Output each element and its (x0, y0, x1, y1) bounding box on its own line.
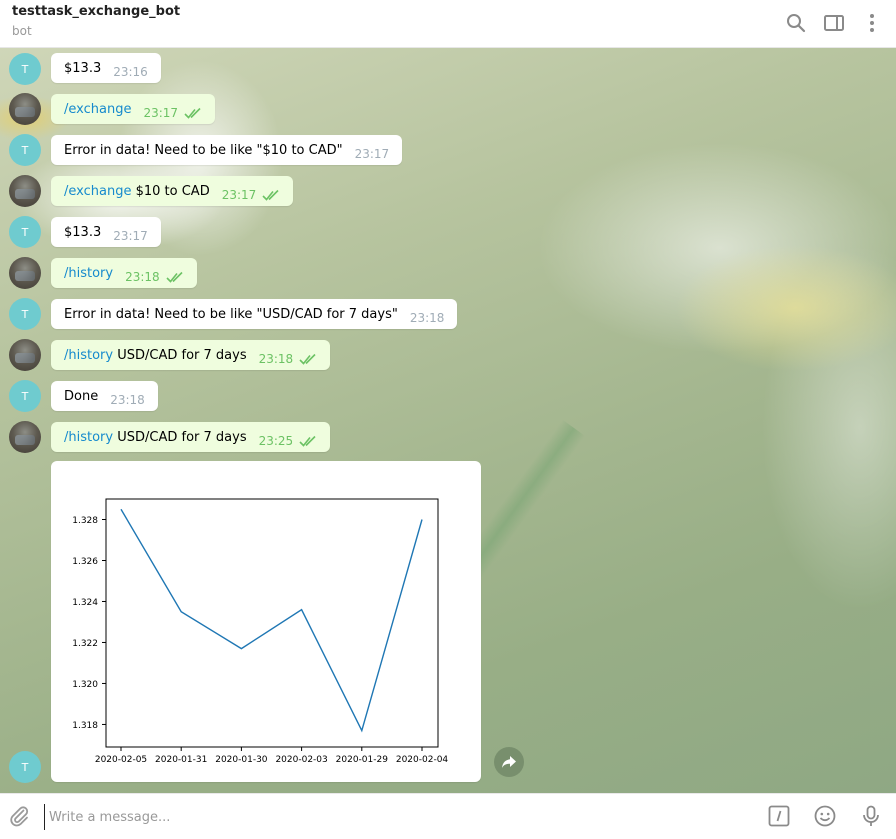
command-link[interactable]: /history (64, 430, 113, 445)
y-tick-label: 1.318 (72, 721, 98, 731)
x-tick-label: 2020-02-05 (95, 755, 147, 765)
message-time: 23:25 (258, 434, 294, 448)
x-tick-label: 2020-01-31 (155, 755, 207, 765)
command-link[interactable]: /history (64, 348, 113, 363)
message-text: USD/CAD for 7 days (113, 429, 247, 445)
message-bubble[interactable]: /history USD/CAD for 7 days 23:18 (51, 340, 331, 370)
emoji-icon[interactable] (813, 804, 837, 828)
read-check-icon (262, 189, 280, 201)
y-tick-label: 1.328 (72, 516, 98, 526)
bot-avatar[interactable]: T (9, 53, 41, 85)
chat-subtitle: bot (12, 24, 32, 38)
message-bubble[interactable]: Error in data! Need to be like "$10 to C… (51, 135, 403, 165)
read-check-icon (299, 353, 317, 365)
message-time: 23:17 (113, 229, 148, 243)
message-bubble[interactable]: $13.3 23:16 (51, 53, 161, 83)
user-avatar[interactable] (9, 175, 41, 207)
line-chart: 1.318 1.320 1.322 1.324 1.326 1.328 2020-02-05… (72, 498, 449, 765)
user-avatar[interactable] (9, 421, 41, 453)
plot-frame (105, 498, 439, 748)
user-avatar[interactable] (9, 339, 41, 371)
more-menu-icon[interactable] (860, 11, 884, 35)
y-tick-label: 1.320 (72, 680, 98, 690)
x-tick-label: 2020-02-04 (396, 755, 449, 765)
message-time: 23:18 (110, 393, 145, 407)
command-link[interactable]: /exchange (64, 102, 131, 117)
message-composer (0, 793, 896, 839)
user-avatar[interactable] (9, 93, 41, 125)
bot-avatar[interactable]: T (9, 751, 41, 783)
x-tick-label: 2020-01-29 (336, 755, 389, 765)
message-time: 23:17 (221, 188, 257, 202)
message-time: 23:17 (143, 106, 179, 120)
chat-history[interactable]: T $13.3 23:16 /exchange 23:17 T Error in… (0, 48, 896, 793)
message-text: Error in data! Need to be like "$10 to C… (64, 142, 343, 158)
message-text: USD/CAD for 7 days (113, 347, 247, 363)
y-tick-label: 1.326 (72, 557, 98, 567)
y-tick-label: 1.322 (72, 639, 98, 649)
read-check-icon (166, 271, 184, 283)
message-text: $10 to CAD (131, 183, 210, 199)
search-icon[interactable] (784, 11, 808, 35)
message-text: $13.3 (64, 224, 102, 240)
read-check-icon (299, 435, 317, 447)
x-tick-label: 2020-02-03 (275, 755, 327, 765)
message-time: 23:18 (258, 352, 294, 366)
share-arrow-icon (502, 756, 516, 768)
message-text: Done (64, 388, 99, 404)
user-avatar[interactable] (9, 257, 41, 289)
bot-avatar[interactable]: T (9, 298, 41, 330)
message-input[interactable] (44, 804, 741, 830)
bot-avatar[interactable]: T (9, 134, 41, 166)
forward-share-button[interactable] (494, 747, 524, 777)
message-bubble[interactable]: /history 23:18 (51, 258, 197, 288)
message-bubble[interactable]: /history USD/CAD for 7 days 23:25 (51, 422, 331, 452)
y-tick-label: 1.324 (72, 598, 98, 608)
command-link[interactable]: /history (64, 266, 113, 281)
message-time: 23:16 (113, 65, 148, 79)
message-time: 23:18 (409, 311, 445, 325)
attach-icon[interactable] (7, 804, 31, 828)
bot-avatar[interactable]: T (9, 380, 41, 412)
chat-title[interactable]: testtask_exchange_bot (12, 4, 180, 19)
message-bubble[interactable]: Error in data! Need to be like "USD/CAD … (51, 299, 458, 329)
series-line (120, 508, 423, 733)
chat-header: testtask_exchange_bot bot (0, 0, 896, 48)
microphone-icon[interactable] (859, 804, 883, 828)
message-bubble[interactable]: /exchange $10 to CAD 23:17 (51, 176, 294, 206)
message-bubble[interactable]: $13.3 23:17 (51, 217, 161, 247)
chart-image-message[interactable]: 1.318 1.320 1.322 1.324 1.326 1.328 2020-02-05… (51, 461, 481, 782)
message-time: 23:17 (354, 147, 390, 161)
read-check-icon (184, 107, 202, 119)
message-bubble[interactable]: Done 23:18 (51, 381, 158, 411)
message-text: Error in data! Need to be like "USD/CAD … (64, 306, 398, 322)
message-time: 23:18 (125, 270, 160, 284)
x-tick-label: 2020-01-30 (215, 755, 268, 765)
bot-avatar[interactable]: T (9, 216, 41, 248)
bot-commands-icon[interactable] (767, 804, 791, 828)
sidebar-toggle-icon[interactable] (822, 11, 846, 35)
command-link[interactable]: /exchange (64, 184, 131, 199)
message-text: $13.3 (64, 60, 102, 76)
message-bubble[interactable]: /exchange 23:17 (51, 94, 216, 124)
